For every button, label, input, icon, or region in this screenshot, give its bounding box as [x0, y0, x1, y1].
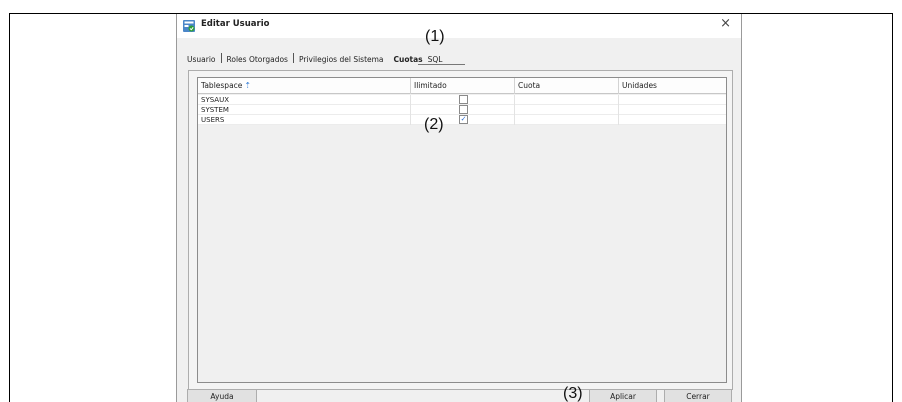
tablespace-cell: SYSAUX — [198, 95, 411, 105]
units-cell[interactable] — [619, 95, 728, 105]
tab-sql[interactable]: SQL — [428, 55, 443, 64]
unlimited-cell — [411, 105, 515, 115]
units-cell[interactable] — [619, 115, 728, 125]
column-header-ilimitado[interactable]: Ilimitado — [411, 78, 515, 94]
table-row[interactable]: SYSTEM — [198, 105, 726, 115]
annotation-1: (1) — [425, 28, 445, 45]
quota-cell[interactable] — [515, 95, 619, 105]
unlimited-checkbox-checked[interactable]: ✓ — [459, 115, 468, 124]
units-cell[interactable] — [619, 105, 728, 115]
tab-bar: Usuario Roles Otorgados Privilegios del Si… — [187, 53, 442, 67]
annotation-3: (3) — [563, 385, 583, 402]
column-header-label: Tablespace — [201, 81, 243, 90]
quota-cell[interactable] — [515, 105, 619, 115]
quota-panel: Tablespace ⇡ Ilimitado Cuota Unidades SYS… — [188, 70, 733, 390]
tab-separator — [220, 53, 222, 63]
help-button[interactable]: Ayuda — [187, 389, 257, 402]
dialog-title: Editar Usuario — [201, 19, 270, 29]
column-header-unidades[interactable]: Unidades — [619, 78, 728, 94]
sort-ascending-icon[interactable]: ⇡ — [244, 81, 251, 90]
tab-roles-otorgados[interactable]: Roles Otorgados — [227, 55, 288, 64]
tab-separator — [292, 53, 294, 63]
annotation-2: (2) — [424, 116, 444, 133]
app-icon — [183, 20, 195, 32]
close-button[interactable]: Cerrar — [664, 389, 732, 402]
unlimited-cell — [411, 95, 515, 105]
tab-usuario[interactable]: Usuario — [187, 55, 216, 64]
table-row[interactable]: SYSAUX — [198, 95, 726, 105]
column-header-tablespace[interactable]: Tablespace ⇡ — [198, 78, 411, 94]
edit-user-dialog: Editar Usuario × Usuario Roles Otorgados P… — [176, 14, 742, 402]
tab-privilegios-del-sistema[interactable]: Privilegios del Sistema — [299, 55, 384, 64]
column-header-cuota[interactable]: Cuota — [515, 78, 619, 94]
active-tab-indicator — [418, 64, 465, 65]
unlimited-checkbox[interactable] — [459, 95, 468, 104]
tablespace-grid: Tablespace ⇡ Ilimitado Cuota Unidades SYS… — [197, 77, 727, 383]
quota-cell[interactable] — [515, 115, 619, 125]
unlimited-checkbox[interactable] — [459, 105, 468, 114]
table-row[interactable]: USERS ✓ — [198, 115, 726, 125]
grid-header: Tablespace ⇡ Ilimitado Cuota Unidades — [198, 78, 726, 94]
tablespace-cell: USERS — [198, 115, 411, 125]
apply-button[interactable]: Aplicar — [589, 389, 657, 402]
close-icon[interactable]: × — [720, 16, 731, 31]
title-bar: Editar Usuario × — [177, 14, 741, 38]
tab-cuotas[interactable]: Cuotas — [394, 55, 423, 64]
tablespace-cell: SYSTEM — [198, 105, 411, 115]
